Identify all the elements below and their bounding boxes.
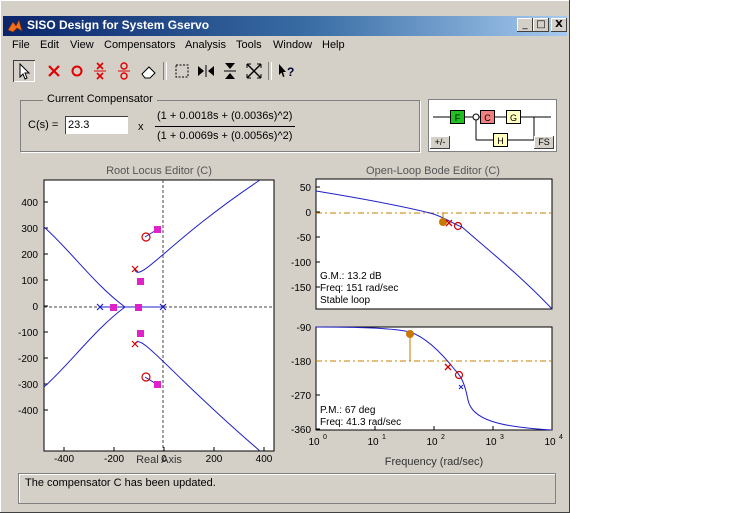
add-real-pole-icon[interactable] bbox=[43, 60, 65, 82]
menu-analysis[interactable]: Analysis bbox=[185, 39, 226, 51]
y-tick-label: 200 bbox=[21, 250, 38, 261]
toolbar: ? bbox=[3, 58, 567, 86]
title-bar[interactable]: SISO Design for System Gservo _ □ X bbox=[3, 16, 567, 36]
root-locus-xlabel: Real Axis bbox=[136, 454, 182, 466]
x-tick-label: 200 bbox=[206, 454, 223, 465]
maximize-button[interactable]: □ bbox=[533, 18, 549, 32]
x-tick-base: 10 bbox=[544, 437, 556, 448]
toolbar-separator bbox=[268, 62, 272, 80]
phase-margin-freq-text: Freq: 41.3 rad/sec bbox=[320, 417, 401, 428]
menu-bar: File Edit View Compensators Analysis Too… bbox=[3, 37, 567, 55]
closed-loop-pole-marker[interactable] bbox=[137, 278, 144, 285]
add-complex-zero-icon[interactable] bbox=[113, 60, 135, 82]
closed-loop-pole-marker[interactable] bbox=[135, 304, 142, 311]
compensator-numerator: (1 + 0.0018s + (0.0036s)^2) bbox=[157, 110, 293, 122]
zoom-fit-icon[interactable] bbox=[243, 60, 265, 82]
bode-magnitude-plot[interactable]: 50 0 -50 -100 -150 G.M.: 13.2 dB Freq: 151 r… bbox=[291, 178, 553, 310]
y-tick-label: -300 bbox=[18, 380, 38, 391]
y-tick-label: -360 bbox=[291, 425, 311, 436]
bode-phase-plot[interactable]: -90-180-270-360 10 0 10 1 10 2 10 3 10 4 P.M.: 67… bbox=[291, 323, 563, 468]
y-tick-label: 100 bbox=[21, 276, 38, 287]
y-tick-label: 50 bbox=[300, 183, 312, 194]
menu-tools[interactable]: Tools bbox=[236, 39, 262, 51]
x-tick-exponent: 4 bbox=[559, 434, 563, 441]
plots-area: Root Locus Editor (C) Open-Loop Bode Edi… bbox=[18, 165, 563, 468]
menu-file[interactable]: File bbox=[12, 39, 30, 51]
x-tick-label: -400 bbox=[54, 454, 74, 465]
y-tick-label: -100 bbox=[291, 258, 311, 269]
minimize-button[interactable]: _ bbox=[517, 18, 533, 32]
zoom-box-icon[interactable] bbox=[171, 60, 193, 82]
menu-view[interactable]: View bbox=[70, 39, 94, 51]
stability-text: Stable loop bbox=[320, 295, 370, 306]
y-tick-label: 400 bbox=[21, 198, 38, 209]
x-tick-label: -200 bbox=[104, 454, 124, 465]
feedback-sign-button[interactable]: +/- bbox=[430, 136, 450, 149]
menu-compensators[interactable]: Compensators bbox=[104, 39, 176, 51]
times-sign: x bbox=[138, 121, 144, 133]
y-tick-label: 0 bbox=[32, 302, 38, 313]
x-tick-base: 10 bbox=[426, 437, 438, 448]
y-tick-label: 0 bbox=[305, 208, 311, 219]
y-tick-label: 300 bbox=[21, 224, 38, 235]
y-tick-label: -90 bbox=[297, 323, 312, 334]
x-tick-exponent: 2 bbox=[441, 434, 445, 441]
gain-margin-text: G.M.: 13.2 dB bbox=[320, 271, 382, 282]
bode-title: Open-Loop Bode Editor (C) bbox=[366, 165, 500, 177]
x-tick-exponent: 3 bbox=[500, 434, 504, 441]
c-block[interactable]: C bbox=[480, 110, 495, 124]
closed-loop-pole-marker[interactable] bbox=[110, 304, 117, 311]
compensator-gain-field[interactable]: 23.3 bbox=[65, 116, 128, 134]
g-block[interactable]: G bbox=[506, 110, 521, 124]
eraser-icon[interactable] bbox=[138, 60, 160, 82]
y-tick-label: -400 bbox=[18, 406, 38, 417]
status-text: The compensator C has been updated. bbox=[25, 477, 216, 489]
matlab-logo-icon bbox=[7, 19, 23, 33]
y-tick-label: -100 bbox=[18, 328, 38, 339]
y-tick-label: -150 bbox=[291, 283, 311, 294]
status-bar: The compensator C has been updated. bbox=[18, 473, 556, 504]
closed-loop-pole-marker[interactable] bbox=[154, 226, 161, 233]
root-locus-title: Root Locus Editor (C) bbox=[106, 165, 212, 177]
arrow-select-icon[interactable] bbox=[13, 60, 35, 82]
closed-loop-pole-marker[interactable] bbox=[154, 381, 161, 388]
y-tick-label: -200 bbox=[18, 354, 38, 365]
context-help-icon[interactable]: ? bbox=[275, 60, 297, 82]
x-tick-base: 10 bbox=[367, 437, 379, 448]
phase-margin-marker[interactable] bbox=[406, 330, 414, 338]
current-compensator-label: Current Compensator bbox=[43, 93, 157, 105]
compensator-denominator: (1 + 0.0069s + (0.0056s)^2) bbox=[157, 130, 293, 142]
x-tick-exponent: 0 bbox=[323, 434, 327, 441]
gain-margin-marker[interactable] bbox=[439, 218, 447, 226]
menu-help[interactable]: Help bbox=[322, 39, 345, 51]
bode-xlabel: Frequency (rad/sec) bbox=[385, 456, 483, 468]
zoom-x-icon[interactable] bbox=[195, 60, 217, 82]
add-complex-pole-icon[interactable] bbox=[90, 60, 112, 82]
window-title: SISO Design for System Gservo bbox=[27, 18, 210, 32]
h-block[interactable]: H bbox=[493, 133, 508, 147]
close-button[interactable]: X bbox=[551, 18, 567, 32]
phase-margin-text: P.M.: 67 deg bbox=[320, 405, 375, 416]
y-tick-label: -50 bbox=[297, 233, 312, 244]
x-tick-base: 10 bbox=[308, 437, 320, 448]
x-tick-label: 400 bbox=[256, 454, 273, 465]
fs-button[interactable]: FS bbox=[534, 136, 554, 149]
x-tick-base: 10 bbox=[485, 437, 497, 448]
zoom-y-icon[interactable] bbox=[219, 60, 241, 82]
x-tick-exponent: 1 bbox=[382, 434, 386, 441]
root-locus-plot[interactable]: 4003002001000-100-200-300-400 -400 -200 0 2… bbox=[18, 179, 275, 466]
fraction-bar bbox=[155, 126, 295, 127]
gain-margin-freq-text: Freq: 151 rad/sec bbox=[320, 283, 398, 294]
svg-text:?: ? bbox=[287, 65, 294, 79]
menu-window[interactable]: Window bbox=[273, 39, 312, 51]
loop-architecture-diagram[interactable]: F C G H +/- FS bbox=[428, 99, 557, 152]
y-tick-label: -270 bbox=[291, 391, 311, 402]
y-tick-label: -180 bbox=[291, 357, 311, 368]
add-real-zero-icon[interactable] bbox=[66, 60, 88, 82]
c-of-s-label: C(s) = bbox=[28, 119, 59, 131]
toolbar-separator bbox=[163, 62, 167, 80]
menu-edit[interactable]: Edit bbox=[40, 39, 59, 51]
f-block[interactable]: F bbox=[450, 110, 465, 124]
closed-loop-pole-marker[interactable] bbox=[137, 330, 144, 337]
